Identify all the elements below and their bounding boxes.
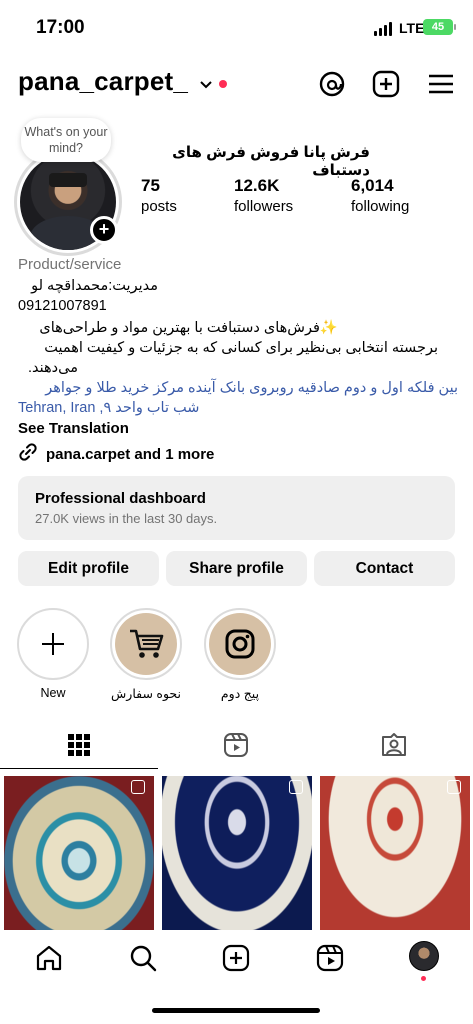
grid-icon[interactable] (66, 732, 92, 758)
reels-icon[interactable] (223, 732, 249, 758)
home-icon[interactable] (35, 944, 63, 972)
followers-label[interactable]: followers (234, 198, 293, 215)
battery-icon: 45 (423, 19, 456, 35)
highlight-label: New (40, 686, 66, 700)
followers-count[interactable]: 12.6K (234, 176, 279, 196)
bio-address-line1[interactable]: بین فلکه اول و دوم صادقیه روبروی بانک آی… (18, 378, 458, 398)
bio-desc-line1: ✨فرش‌های دستبافت با بهترین مواد و طراحی‌… (39, 320, 338, 336)
plus-icon (22, 613, 84, 675)
carousel-icon (131, 780, 145, 794)
dashboard-subtitle: 27.0K views in the last 30 days. (35, 511, 218, 526)
create-icon[interactable] (222, 944, 250, 972)
chevron-down-icon[interactable] (200, 78, 212, 93)
profile-link[interactable]: pana.carpet and 1 more (18, 442, 214, 466)
menu-icon[interactable] (426, 69, 456, 99)
carousel-icon (289, 780, 303, 794)
display-name: فرش پانا فروش فرش های دستباف (172, 144, 370, 179)
notification-dot (421, 976, 426, 981)
post-thumbnail[interactable] (320, 776, 470, 930)
signal-icon (374, 22, 392, 36)
bio-address-line2[interactable]: Tehran, Iran ,شب تاب واحد ۹ (18, 398, 218, 418)
highlight-second-page[interactable] (204, 608, 276, 680)
see-translation-link[interactable]: See Translation (18, 420, 129, 437)
create-icon[interactable] (371, 69, 401, 99)
bio-manager: مدیریت:محمداقچه لو (31, 278, 158, 294)
category-label: Product/service (18, 256, 122, 273)
new-highlight[interactable] (17, 608, 89, 680)
notification-dot (219, 80, 227, 88)
following-label[interactable]: following (351, 198, 409, 215)
highlight-order[interactable] (110, 608, 182, 680)
highlight-label: پیج دوم (220, 687, 260, 701)
link-icon (18, 442, 38, 466)
highlight-label: نحوه سفارش (111, 687, 181, 701)
edit-profile-button[interactable]: Edit profile (18, 551, 159, 586)
threads-icon[interactable] (317, 69, 347, 99)
post-thumbnail[interactable] (4, 776, 154, 930)
dashboard-title: Professional dashboard (35, 490, 206, 507)
post-thumbnail[interactable] (162, 776, 312, 930)
posts-label[interactable]: posts (141, 198, 177, 215)
search-icon[interactable] (129, 944, 157, 972)
reels-icon[interactable] (316, 944, 344, 972)
professional-dashboard[interactable]: Professional dashboard 27.0K views in th… (18, 476, 455, 540)
contact-button[interactable]: Contact (314, 551, 455, 586)
following-count[interactable]: 6,014 (351, 176, 394, 196)
username[interactable]: pana_carpet_ (18, 66, 188, 97)
link-text[interactable]: pana.carpet and 1 more (46, 446, 214, 463)
carousel-icon (447, 780, 461, 794)
bio-desc-line2: برجسته انتخابی بی‌نظیر برای کسانی که به … (44, 340, 438, 356)
bio-desc-line3: می‌دهند. (28, 360, 78, 376)
status-time: 17:00 (36, 17, 85, 38)
tagged-icon[interactable] (381, 732, 407, 758)
bio-phone[interactable]: 09121007891 (18, 296, 448, 316)
add-story-icon[interactable]: + (90, 216, 118, 244)
note-bubble[interactable]: What's on your mind? (21, 118, 111, 162)
posts-count[interactable]: 75 (141, 176, 160, 196)
active-tab-indicator (0, 768, 158, 769)
share-profile-button[interactable]: Share profile (166, 551, 307, 586)
network-label: LTE (399, 20, 425, 36)
home-indicator (152, 1008, 320, 1013)
instagram-icon (209, 613, 271, 675)
cart-icon (115, 613, 177, 675)
profile-avatar[interactable] (409, 941, 439, 971)
